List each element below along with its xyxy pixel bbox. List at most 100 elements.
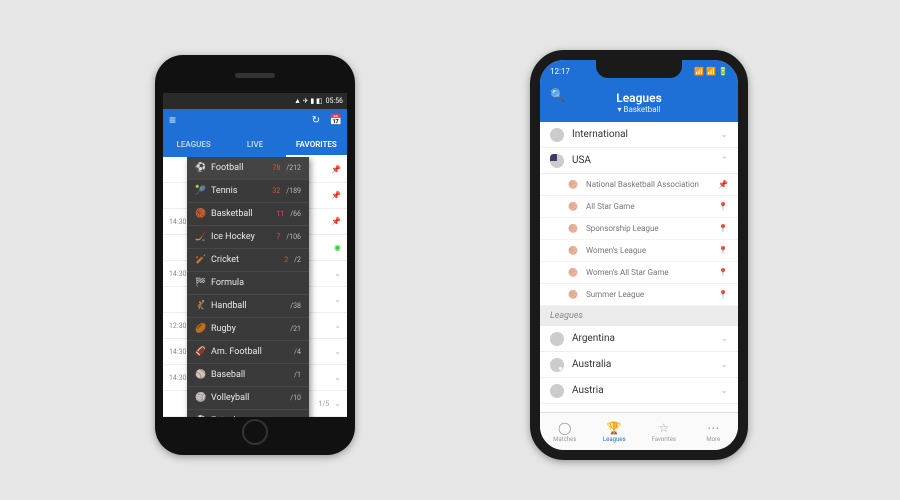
pin-icon[interactable]: 📍 — [718, 246, 728, 255]
chevron-down-icon: ⌄ — [720, 334, 728, 344]
total-count: /38 — [290, 302, 301, 310]
sports-dropdown[interactable]: ⚽Football78/212🎾Tennis32/189🏀Basketball1… — [187, 157, 309, 417]
tab-favorites[interactable]: FAVORITES — [286, 136, 347, 157]
android-body: 📌📌14:30📌◉14:30⌄⌄12:30⌄14:30⌄14:30⌄1/5⌄ I… — [163, 157, 347, 417]
flag-icon — [550, 384, 564, 398]
league-sub-row[interactable]: 🏀 Women's League 📍 — [540, 240, 738, 262]
tab-live[interactable]: LIVE — [224, 136, 285, 157]
chevron-down-icon: ⌄ — [720, 386, 728, 396]
iphone-notch — [596, 60, 682, 78]
country-name: USA — [572, 155, 712, 166]
android-home-button[interactable] — [242, 419, 268, 445]
hamburger-icon[interactable]: ≡ — [169, 113, 176, 127]
android-status-bar: ▲ ✈ ▮ ◧ 05:56 — [163, 93, 347, 109]
league-icon: 🏀 — [568, 290, 578, 300]
calendar-icon[interactable]: 📅 — [329, 113, 343, 127]
tab-leagues[interactable]: LEAGUES — [163, 136, 224, 157]
pin-icon[interactable]: 📍 — [718, 202, 728, 211]
sport-label: Rugby — [211, 324, 284, 334]
sport-menu-item[interactable]: 🏐Volleyball/10 — [187, 387, 309, 410]
country-row[interactable]: International ⌄ — [540, 122, 738, 148]
status-icons: 📶 📶 🔋 — [694, 67, 728, 76]
sport-menu-item[interactable]: 🏉Rugby/21 — [187, 318, 309, 341]
tabbar-leagues[interactable]: 🏆Leagues — [590, 413, 640, 450]
search-icon[interactable]: 🔍 — [550, 88, 565, 102]
sport-menu-item[interactable]: 🏏Cricket2/2 — [187, 249, 309, 272]
pin-icon[interactable]: 📌 — [718, 180, 728, 189]
league-sub-row[interactable]: 🏀Women's All Star Game📍 — [540, 262, 738, 284]
sport-menu-item[interactable]: ⚽Football78/212 — [187, 157, 309, 180]
live-dot-icon: ◉ — [334, 243, 341, 252]
league-sub-row[interactable]: 🏀National Basketball Association📌 — [540, 174, 738, 196]
total-count: /212 — [286, 164, 301, 172]
matches-icon: ◯ — [558, 421, 571, 435]
total-count: /106 — [286, 233, 301, 241]
sport-icon: 🤾 — [195, 301, 205, 311]
league-sub-row[interactable]: 🏀Summer League📍 — [540, 284, 738, 306]
android-phone-frame: ▲ ✈ ▮ ◧ 05:56 ≡ ↻ 📅 LEAGUES LIVE FAVORIT… — [155, 55, 355, 455]
chevron-down-icon: ⌄ — [720, 130, 728, 140]
sport-label: Futsal — [211, 416, 284, 417]
iphone-body: International ⌄ USA⌃🏀National Basketball A… — [540, 122, 738, 412]
country-name: Australia — [572, 359, 712, 370]
sport-icon: ⚽ — [195, 163, 205, 173]
more-icon: ⋯ — [707, 421, 719, 435]
country-row[interactable]: Argentina ⌄ — [540, 326, 738, 352]
pin-icon[interactable]: 📍 — [718, 290, 728, 299]
total-count: /4 — [294, 348, 301, 356]
total-count: /189 — [286, 187, 301, 195]
sport-menu-item[interactable]: 🏀Basketball11/66 — [187, 203, 309, 226]
status-time: 05:56 — [326, 97, 343, 105]
sport-icon: 🏒 — [195, 232, 205, 242]
pin-icon[interactable]: 📍 — [718, 224, 728, 233]
tabbar-matches[interactable]: ◯Matches — [540, 413, 590, 450]
country-row[interactable]: USA⌃ — [540, 148, 738, 174]
country-name: Argentina — [572, 333, 712, 344]
pin-icon[interactable]: 📌 — [331, 191, 341, 200]
chevron-down-icon: ⌄ — [334, 295, 341, 304]
live-count: 7 — [276, 233, 280, 241]
total-count: /10 — [290, 394, 301, 402]
country-row[interactable]: Australia⌄ — [540, 352, 738, 378]
live-count: 32 — [272, 187, 280, 195]
pin-icon[interactable]: 📌 — [331, 217, 341, 226]
sport-icon: 🏐 — [195, 393, 205, 403]
sport-menu-item[interactable]: ⚾Baseball/1 — [187, 364, 309, 387]
sport-menu-item[interactable]: 🏈Am. Football/4 — [187, 341, 309, 364]
iphone-tabbar: ◯Matches🏆Leagues☆Favorites⋯More — [540, 412, 738, 450]
refresh-icon[interactable]: ↻ — [309, 113, 323, 127]
tab-label: Leagues — [603, 436, 626, 443]
tabbar-favorites[interactable]: ☆Favorites — [639, 413, 689, 450]
sport-label: Basketball — [211, 209, 270, 219]
sport-menu-item[interactable]: 🏁Formula — [187, 272, 309, 295]
status-icons: ▲ ✈ ▮ ◧ — [294, 97, 322, 105]
sport-label: Handball — [211, 301, 284, 311]
sport-selector[interactable]: ▾ Basketball — [617, 105, 660, 114]
league-name: Women's League — [586, 246, 710, 255]
total-count: /66 — [290, 210, 301, 218]
sport-menu-item[interactable]: 🎾Tennis32/189 — [187, 180, 309, 203]
flag-icon — [550, 128, 564, 142]
android-header: ≡ ↻ 📅 LEAGUES LIVE FAVORITES — [163, 109, 347, 157]
country-row[interactable]: Austria ⌄ — [540, 378, 738, 404]
leagues-icon: 🏆 — [607, 421, 622, 435]
page-title: Leagues — [616, 91, 662, 105]
total-count: /21 — [290, 325, 301, 333]
live-count: 2 — [284, 256, 288, 264]
country-name: Austria — [572, 385, 712, 396]
sport-icon: 🏏 — [195, 255, 205, 265]
league-name: All Star Game — [586, 202, 710, 211]
league-sub-row[interactable]: 🏀All Star Game📍 — [540, 196, 738, 218]
league-icon: 🏀 — [568, 246, 578, 256]
country-name: International — [572, 129, 712, 140]
sport-menu-item[interactable]: 🤾 Handball/38 — [187, 295, 309, 318]
tabbar-more[interactable]: ⋯More — [689, 413, 739, 450]
sport-menu-item[interactable]: 🏒Ice Hockey7/106 — [187, 226, 309, 249]
sport-menu-item[interactable]: ⚽Futsal/20 — [187, 410, 309, 417]
total-count: /1 — [294, 371, 301, 379]
league-sub-row[interactable]: 🏀Sponsorship League📍 — [540, 218, 738, 240]
pin-icon[interactable]: 📌 — [331, 165, 341, 174]
pin-icon[interactable]: 📍 — [718, 268, 728, 277]
chevron-down-icon: ⌄ — [334, 321, 341, 330]
android-screen: ▲ ✈ ▮ ◧ 05:56 ≡ ↻ 📅 LEAGUES LIVE FAVORIT… — [163, 93, 347, 417]
